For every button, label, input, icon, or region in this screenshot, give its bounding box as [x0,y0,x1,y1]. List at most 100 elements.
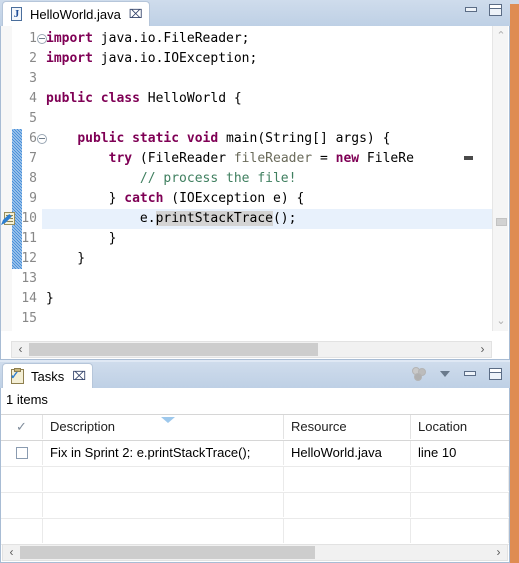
editor-body: 1 import java.io.FileReader; 2 import java.… [0,26,510,360]
editor-tab-label: HelloWorld.java [30,6,121,22]
code-line[interactable]: 8 // process the file! [1,169,493,189]
scroll-left-icon[interactable]: ‹ [12,342,29,357]
code-line[interactable]: 4 public class HelloWorld { [1,89,493,109]
line-number: 2 [29,51,37,66]
code-line[interactable]: 2 import java.io.IOException; [1,49,493,69]
tasks-table-rows: Fix in Sprint 2: e.printStackTrace(); He… [1,441,509,545]
code-line[interactable]: 6 public static void main(String[] args)… [1,129,493,149]
window-edge-strip-top [510,0,519,4]
column-header-check[interactable]: ✓ [1,415,43,439]
filters-icon[interactable] [412,367,427,381]
column-header-resource[interactable]: Resource [284,415,411,439]
table-row-empty [1,493,509,519]
line-number: 10 [21,211,37,226]
line-number: 1 [29,31,37,46]
table-row[interactable]: Fix in Sprint 2: e.printStackTrace(); He… [1,441,509,467]
editor-tabbar: J HelloWorld.java ⌧ [0,0,510,26]
vertical-scrollbar-thumb[interactable] [496,218,507,226]
horizontal-scrollbar-thumb[interactable] [20,546,315,559]
overview-ruler-marker[interactable] [464,156,473,160]
code-line[interactable]: 15 [1,309,493,329]
maximize-icon[interactable] [489,368,502,380]
line-number: 12 [21,251,37,266]
scroll-right-icon[interactable]: › [474,342,491,357]
code-line[interactable]: 11 } [1,229,493,249]
tasks-view-part: ✓ Tasks ⌧ 1 items ✓ Description Resource… [0,362,510,563]
tasks-tabbar: ✓ Tasks ⌧ [0,362,510,388]
code-line[interactable]: 1 import java.io.FileReader; [1,29,493,49]
table-row-empty [1,519,509,545]
tasks-table: ✓ Description Resource Location Fix in S… [1,414,509,545]
code-line[interactable]: 10 e.printStackTrace(); [1,209,493,229]
scroll-right-icon[interactable]: › [490,545,507,560]
close-icon[interactable]: ⌧ [129,8,143,20]
tasks-table-header: ✓ Description Resource Location [1,414,509,441]
minimize-icon[interactable] [465,5,477,15]
maximize-icon[interactable] [489,4,502,16]
code-text: import java.io.IOException; [46,51,258,66]
tasks-body: 1 items ✓ Description Resource Location [0,388,510,563]
editor-tab-helloworld[interactable]: J HelloWorld.java ⌧ [2,1,150,26]
java-file-icon: J [10,6,24,22]
scroll-left-icon[interactable]: ‹ [3,545,20,560]
line-number: 13 [21,271,37,286]
code-line[interactable]: 13 [1,269,493,289]
task-description-cell[interactable]: Fix in Sprint 2: e.printStackTrace(); [43,441,284,465]
task-resource-cell[interactable]: HelloWorld.java [284,441,411,465]
task-checkbox[interactable] [16,447,28,459]
code-lines: 1 import java.io.FileReader; 2 import java.… [1,29,493,329]
code-text: } [46,291,54,306]
horizontal-scrollbar-thumb[interactable] [29,343,318,356]
line-number: 7 [29,151,37,166]
code-text: } [46,251,86,266]
line-number: 5 [29,111,37,126]
items-count-label: 1 items [6,392,48,407]
editor-part: J HelloWorld.java ⌧ 1 import java.io.File… [0,0,510,360]
scroll-up-icon[interactable]: ⌃ [493,28,509,44]
task-location-cell[interactable]: line 10 [411,441,509,465]
line-number: 8 [29,171,37,186]
code-text: // process the file! [139,171,297,186]
code-text: } [46,231,117,246]
code-text: public static void main(String[] args) { [77,131,391,146]
line-number: 15 [21,311,37,326]
column-header-location[interactable]: Location [411,415,509,439]
scroll-down-icon[interactable]: ⌄ [493,313,509,329]
code-line[interactable]: 12 } [1,249,493,269]
code-area[interactable]: 1 import java.io.FileReader; 2 import java.… [1,26,493,331]
code-line[interactable]: 9 } catch (IOException e) { [1,189,493,209]
eclipse-workbench: J HelloWorld.java ⌧ 1 import java.io.File… [0,0,519,563]
line-number: 6 [29,131,37,146]
view-menu-icon[interactable] [440,370,451,378]
code-line[interactable]: 3 [1,69,493,89]
code-text: e.printStackTrace(); [46,211,297,226]
editor-window-controls [465,4,502,16]
close-icon[interactable]: ⌧ [72,370,86,382]
minimize-icon[interactable] [464,369,476,379]
sort-descending-icon [161,417,175,423]
tasks-icon: ✓ [10,367,25,384]
column-header-description[interactable]: Description [43,415,284,439]
line-number: 14 [21,291,37,306]
line-number: 11 [21,231,37,246]
tasks-view-tab[interactable]: ✓ Tasks ⌧ [2,363,94,388]
line-number: 3 [29,71,37,86]
code-line[interactable]: 5 [1,109,493,129]
code-text: public class HelloWorld { [46,91,242,106]
code-text: try (FileReader fileReader = new FileRe [108,151,414,166]
line-number: 9 [29,191,37,206]
code-text: } catch (IOException e) { [46,191,305,206]
editor-horizontal-scrollbar[interactable]: ‹ › [11,341,492,358]
code-text: import java.io.FileReader; [46,31,250,46]
column-header-description-label: Description [50,419,116,434]
table-row-empty [1,467,509,493]
task-checkbox-cell[interactable] [1,441,43,465]
code-line[interactable]: 7 try (FileReader fileReader = new FileR… [1,149,493,169]
line-number: 4 [29,91,37,106]
window-edge-strip [510,0,519,563]
tasks-tab-label: Tasks [31,368,65,384]
tasks-horizontal-scrollbar[interactable]: ‹ › [2,544,508,561]
code-line[interactable]: 14} [1,289,493,309]
editor-vertical-scrollbar[interactable]: ⌃ ⌄ [492,26,508,331]
tasks-view-toolbar [412,367,502,381]
